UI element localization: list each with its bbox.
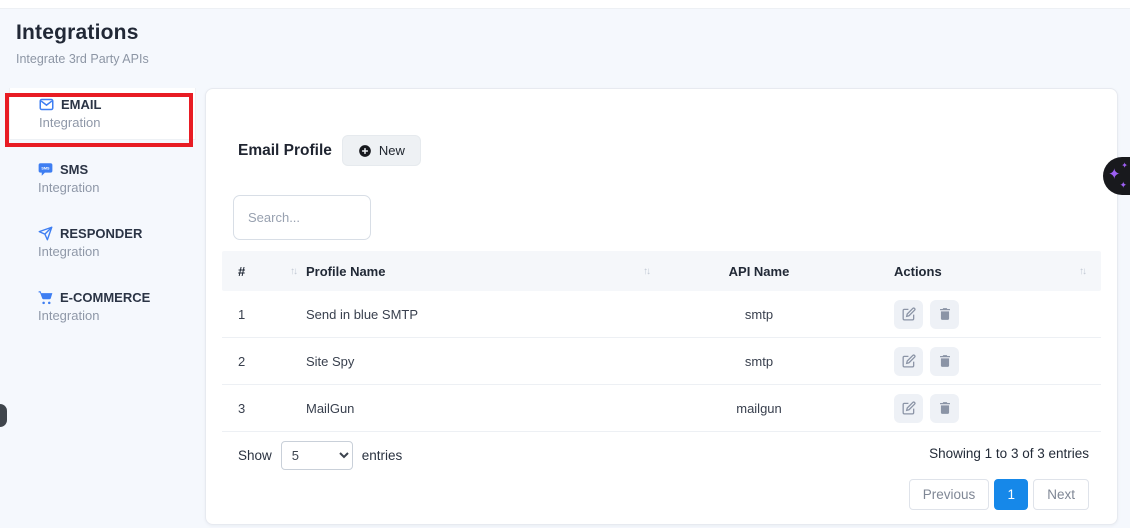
show-entries-control: Show 5 entries	[238, 441, 402, 470]
edit-icon	[902, 307, 916, 321]
current-page-button[interactable]: 1	[994, 479, 1028, 510]
table-row: 3 MailGun mailgun	[222, 385, 1101, 432]
cell-num: 1	[222, 307, 306, 322]
edit-button[interactable]	[894, 394, 923, 423]
page-subtitle: Integrate 3rd Party APIs	[16, 52, 149, 66]
sort-icon: ↑↓	[643, 266, 659, 277]
cell-actions	[859, 347, 1101, 376]
previous-page-button[interactable]: Previous	[909, 479, 990, 510]
page-size-select[interactable]: 5	[281, 441, 353, 470]
table-summary: Showing 1 to 3 of 3 entries	[929, 446, 1089, 461]
edit-icon	[902, 354, 916, 368]
edit-button[interactable]	[894, 347, 923, 376]
sidebar-item-sublabel: Integration	[38, 244, 196, 259]
page-title: Integrations	[16, 21, 149, 45]
sidebar-item-ecommerce[interactable]: E-COMMERCE Integration	[9, 281, 196, 332]
sidebar-item-responder[interactable]: RESPONDER Integration	[9, 217, 196, 268]
panel-head: Email Profile New	[238, 135, 421, 166]
trash-icon	[938, 354, 952, 368]
page-header: Integrations Integrate 3rd Party APIs	[16, 21, 149, 66]
new-button[interactable]: New	[342, 135, 421, 166]
sidebar-item-sublabel: Integration	[38, 180, 196, 195]
sidebar-item-label: SMS	[60, 162, 88, 177]
cell-num: 2	[222, 354, 306, 369]
cell-api-name: smtp	[659, 307, 859, 322]
table-row: 2 Site Spy smtp	[222, 338, 1101, 385]
search-input[interactable]	[233, 195, 371, 240]
sidebar-item-email[interactable]: EMAIL Integration	[9, 88, 196, 140]
delete-button[interactable]	[930, 394, 959, 423]
plus-circle-icon	[358, 144, 372, 158]
delete-button[interactable]	[930, 347, 959, 376]
sidebar-item-sublabel: Integration	[38, 308, 196, 323]
left-edge-handle[interactable]	[0, 404, 7, 427]
sparkle-icon: ✦	[1121, 162, 1128, 170]
cell-profile-name: MailGun	[306, 401, 659, 416]
pagination: Previous 1 Next	[909, 479, 1089, 510]
sort-icon: ↑↓	[290, 266, 306, 277]
integrations-page: Integrations Integrate 3rd Party APIs EM…	[0, 0, 1130, 528]
sparkle-icon: ✦	[1119, 181, 1127, 190]
sidebar-item-sms[interactable]: SMS SMS Integration	[9, 153, 196, 204]
sidebar-item-label: EMAIL	[61, 97, 101, 112]
trash-icon	[938, 307, 952, 321]
svg-text:SMS: SMS	[41, 167, 50, 171]
email-profile-card: Email Profile New # ↑↓ Profile Name ↑↓	[205, 88, 1118, 525]
entries-label: entries	[362, 448, 403, 463]
next-page-button[interactable]: Next	[1033, 479, 1089, 510]
column-header-api-name[interactable]: API Name	[659, 264, 859, 279]
sidebar-item-label: E-COMMERCE	[60, 290, 150, 305]
trash-icon	[938, 401, 952, 415]
column-header-actions[interactable]: Actions ↑↓	[859, 264, 1101, 279]
sidebar-item-label: RESPONDER	[60, 226, 142, 241]
sidebar-item-sublabel: Integration	[39, 115, 195, 130]
edit-icon	[902, 401, 916, 415]
table-header-row: # ↑↓ Profile Name ↑↓ API Name Actions ↑↓	[222, 251, 1101, 291]
panel-title: Email Profile	[238, 142, 332, 160]
cell-actions	[859, 394, 1101, 423]
cell-api-name: mailgun	[659, 401, 859, 416]
show-label: Show	[238, 448, 272, 463]
delete-button[interactable]	[930, 300, 959, 329]
shopping-cart-icon	[38, 290, 53, 305]
top-strip	[0, 0, 1130, 9]
envelope-icon	[39, 97, 54, 112]
new-button-label: New	[379, 143, 405, 158]
column-header-num[interactable]: # ↑↓	[222, 264, 306, 279]
integrations-sidebar: EMAIL Integration SMS SMS Integration RE…	[0, 88, 205, 345]
column-header-profile-name[interactable]: Profile Name ↑↓	[306, 264, 659, 279]
cell-profile-name: Send in blue SMTP	[306, 307, 659, 322]
edit-button[interactable]	[894, 300, 923, 329]
cell-profile-name: Site Spy	[306, 354, 659, 369]
email-profiles-table: # ↑↓ Profile Name ↑↓ API Name Actions ↑↓…	[222, 251, 1101, 432]
table-row: 1 Send in blue SMTP smtp	[222, 291, 1101, 338]
cell-actions	[859, 300, 1101, 329]
cell-api-name: smtp	[659, 354, 859, 369]
sms-bubble-icon: SMS	[38, 162, 53, 177]
cell-num: 3	[222, 401, 306, 416]
paper-plane-icon	[38, 226, 53, 241]
sort-icon: ↑↓	[1079, 266, 1085, 277]
